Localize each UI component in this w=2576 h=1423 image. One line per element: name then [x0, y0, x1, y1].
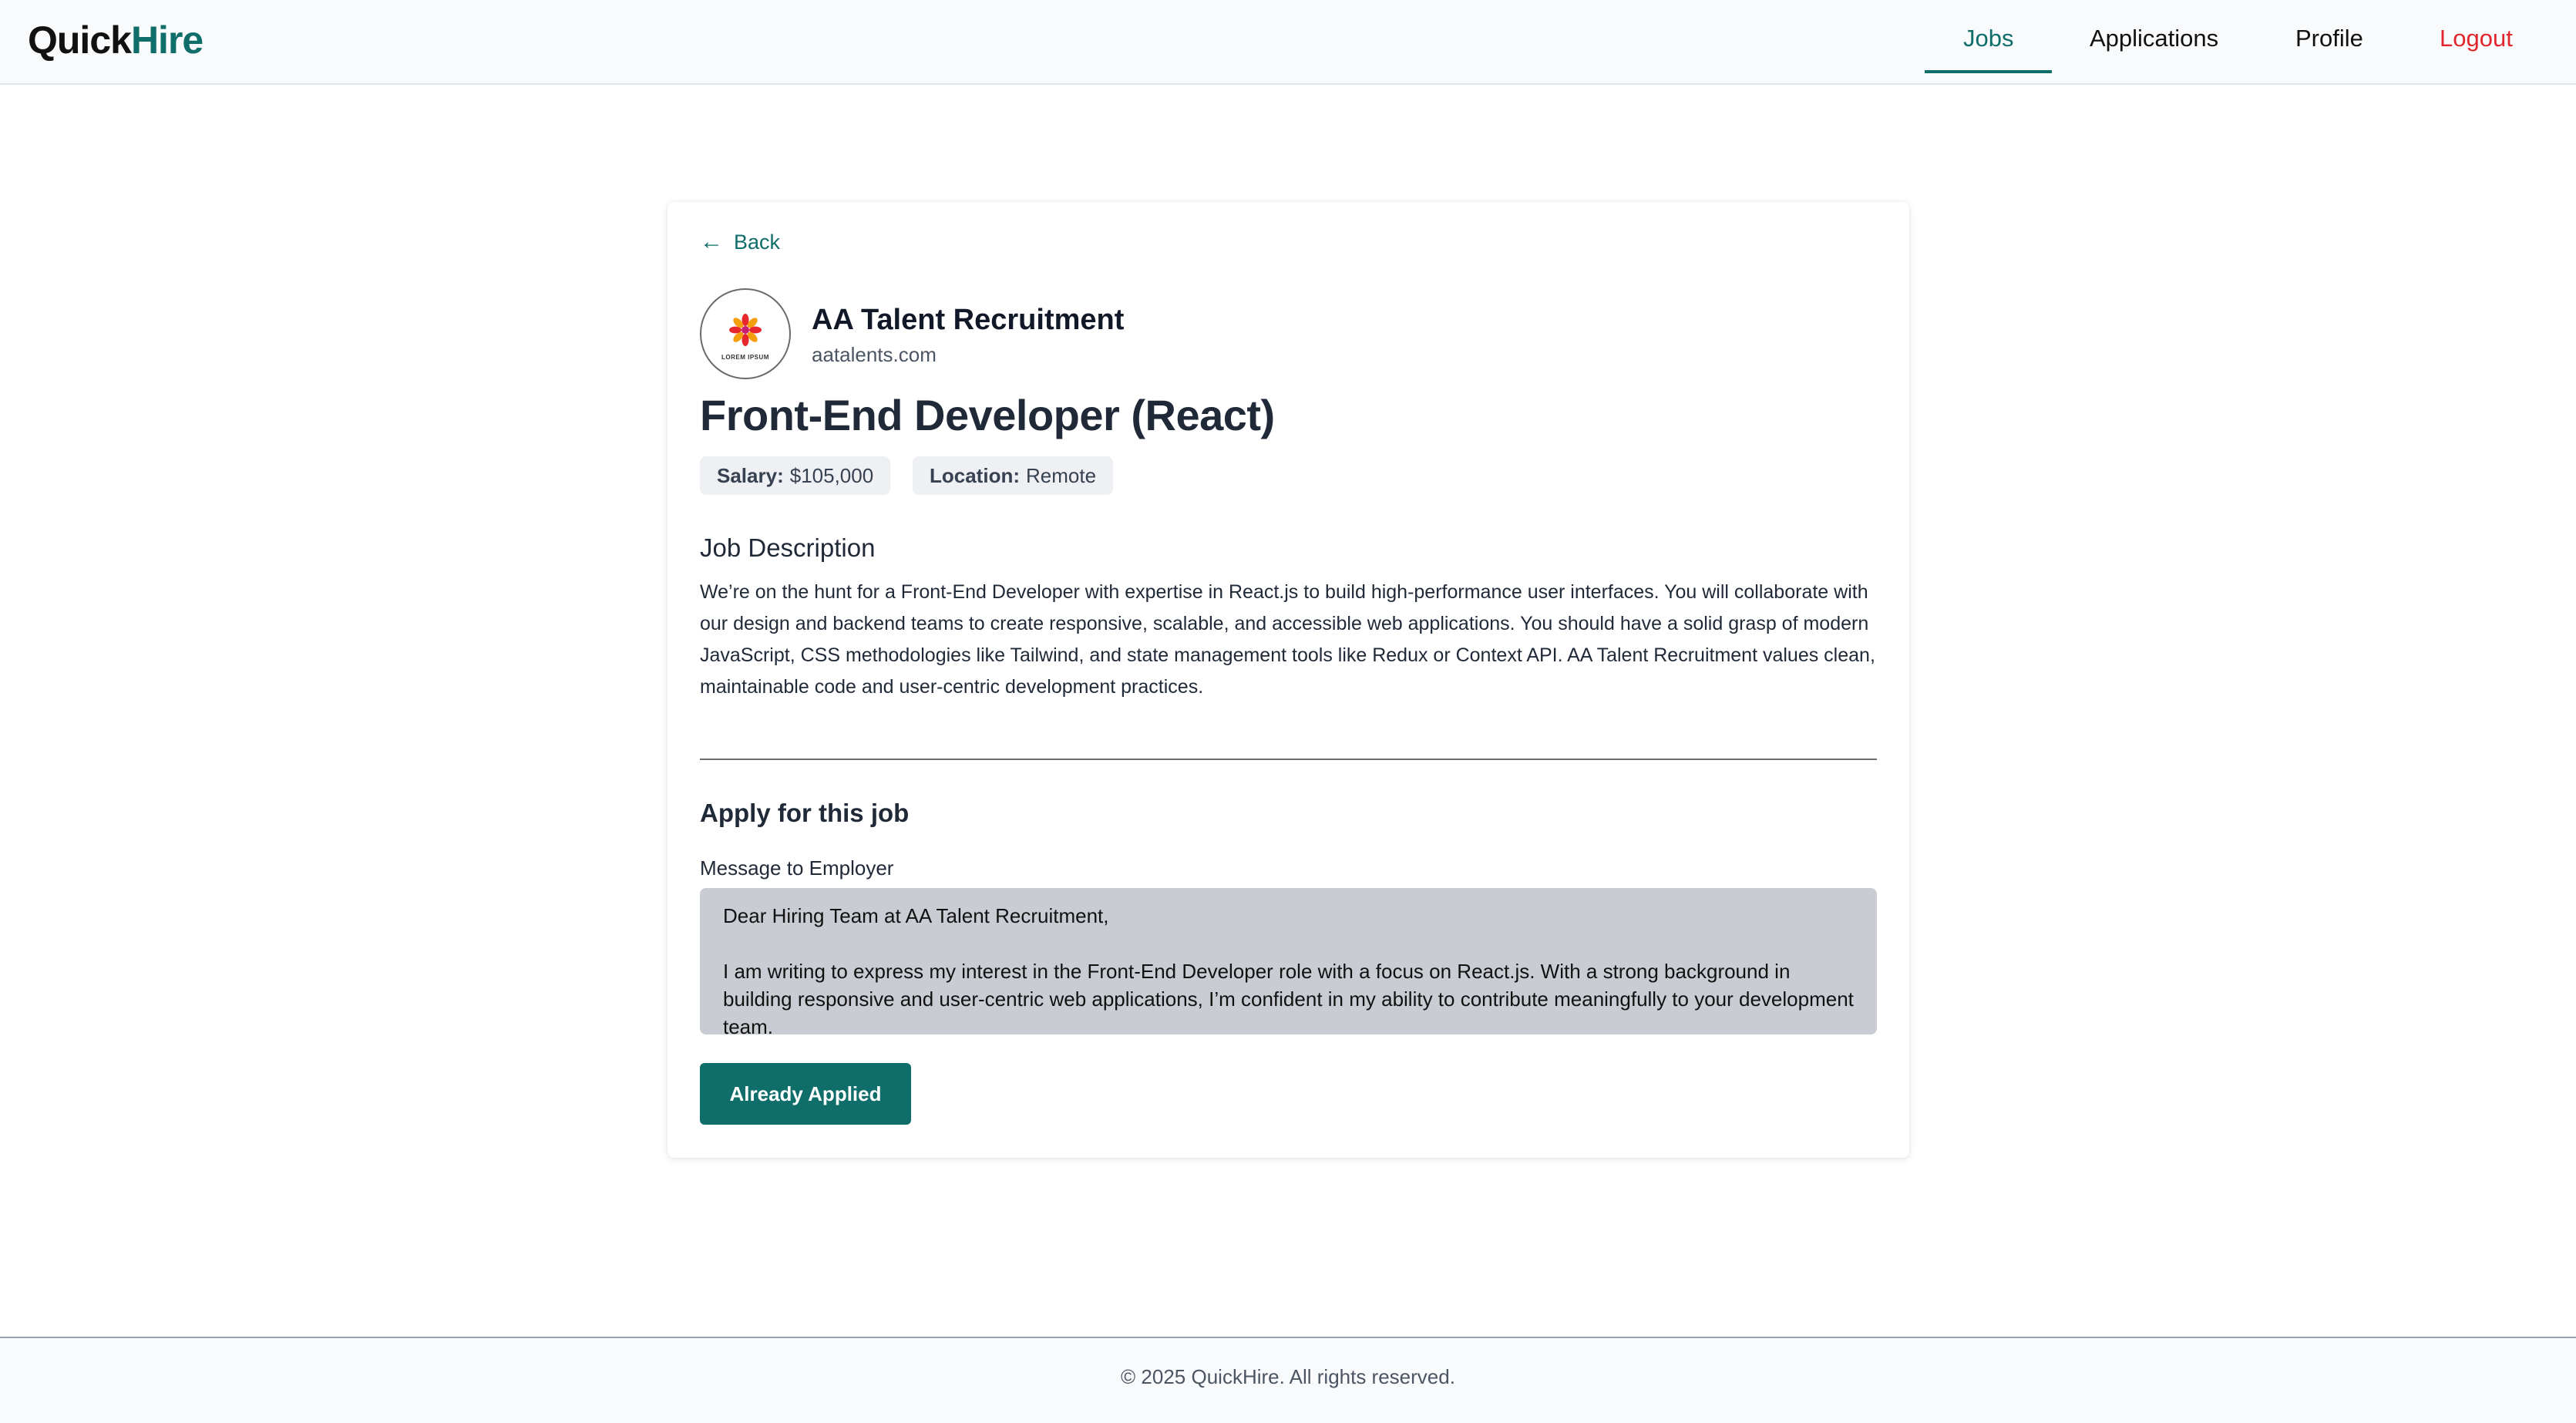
nav-logout[interactable]: Logout [2440, 22, 2513, 56]
logo-text-hire: Hire [130, 19, 203, 62]
location-badge: Location: Remote [913, 456, 1114, 495]
job-detail-card: ← Back LOREM IPSUM AA Talent Recruitment… [668, 202, 1909, 1158]
company-logo: LOREM IPSUM [700, 288, 791, 379]
nav-jobs[interactable]: Jobs [1963, 22, 2013, 56]
back-link[interactable]: ← Back [700, 227, 780, 257]
footer: © 2025 QuickHire. All rights reserved. [0, 1337, 2576, 1423]
nav-profile[interactable]: Profile [2295, 22, 2363, 56]
job-description-text: We’re on the hunt for a Front-End Develo… [700, 581, 1875, 698]
job-title: Front-End Developer (React) [700, 391, 1275, 439]
arrow-left-icon: ← [700, 229, 723, 254]
company-logo-caption: LOREM IPSUM [721, 353, 769, 361]
section-divider [700, 759, 1877, 760]
salary-value: $105,000 [789, 463, 874, 487]
apply-heading: Apply for this job [700, 799, 910, 827]
quickhire-logo[interactable]: QuickHire [28, 17, 203, 63]
salary-badge: Salary: $105,000 [700, 456, 891, 495]
logo-text-quick: Quick [28, 19, 132, 62]
back-link-label: Back [734, 230, 781, 254]
already-applied-button[interactable]: Already Applied [700, 1063, 911, 1125]
location-value: Remote [1026, 463, 1097, 487]
company-name: AA Talent Recruitment [812, 304, 1125, 336]
top-navbar: QuickHire Jobs Applications Profile Logo… [0, 0, 2576, 85]
location-label: Location: [930, 463, 1020, 487]
message-label: Message to Employer [700, 856, 894, 880]
company-domain: aatalents.com [812, 343, 937, 366]
flower-logo-icon [729, 313, 762, 346]
message-textarea[interactable]: Dear Hiring Team at AA Talent Recruitmen… [700, 888, 1877, 1034]
footer-copyright: © 2025 QuickHire. All rights reserved. [1121, 1365, 1455, 1388]
page: QuickHire Jobs Applications Profile Logo… [0, 0, 2576, 1423]
nav-active-indicator [1925, 70, 2052, 73]
nav-applications[interactable]: Applications [2090, 22, 2218, 56]
salary-label: Salary: [717, 463, 784, 487]
job-description-heading: Job Description [700, 533, 876, 562]
